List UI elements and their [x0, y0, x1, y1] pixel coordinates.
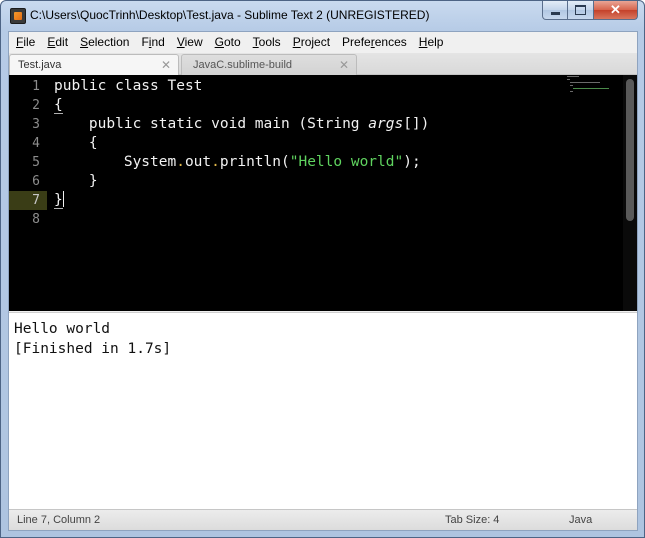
menu-edit[interactable]: Edit [41, 35, 74, 49]
code-line-6[interactable]: } [54, 172, 98, 191]
tab-close-icon[interactable]: ✕ [161, 58, 171, 72]
line-number: 5 [32, 155, 40, 170]
line-number: 1 [32, 79, 40, 94]
code-editor[interactable]: 1 2 3 4 5 6 7 8 public class Test { publ… [9, 75, 637, 311]
minimap-line [570, 85, 573, 86]
code-token-param: args [368, 116, 404, 132]
minimap-line [570, 82, 600, 83]
maximize-icon [575, 5, 586, 15]
code-line-7[interactable]: } [54, 191, 64, 210]
status-bar: Line 7, Column 2 Tab Size: 4 Java [9, 509, 637, 530]
line-number: 8 [32, 212, 40, 227]
minimap-line [567, 79, 570, 80]
code-token: System [54, 154, 177, 170]
tab-close-icon[interactable]: ✕ [339, 58, 349, 72]
tab-javac-sublime-build[interactable]: JavaC.sublime-build ✕ [181, 54, 357, 75]
menu-goto[interactable]: Goto [209, 35, 247, 49]
output-line: Hello world [14, 321, 111, 337]
line-number-current: 7 [9, 191, 47, 210]
line-number: 3 [32, 117, 40, 132]
tab-size-indicator[interactable]: Tab Size: 4 [445, 514, 499, 526]
close-icon: ✕ [610, 2, 621, 17]
title-bar[interactable]: C:\Users\QuocTrinh\Desktop\Test.java - S… [1, 1, 644, 31]
code-token: out [184, 154, 212, 170]
code-line-4[interactable]: { [54, 134, 98, 153]
code-line-2[interactable]: { [54, 96, 63, 115]
menu-view[interactable]: View [171, 35, 209, 49]
client-area: File Edit Selection Find View Goto Tools… [8, 31, 638, 531]
minimize-icon [550, 11, 560, 15]
output-line: [Finished in 1.7s] [14, 341, 172, 357]
line-number-gutter: 1 2 3 4 5 6 7 8 [9, 75, 47, 311]
scrollbar-thumb[interactable] [626, 79, 634, 221]
sublime-window: C:\Users\QuocTrinh\Desktop\Test.java - S… [0, 0, 645, 538]
minimap-line [567, 76, 579, 77]
syntax-indicator[interactable]: Java [569, 514, 592, 526]
tab-bar: Test.java ✕ JavaC.sublime-build ✕ [9, 53, 637, 75]
minimize-button[interactable] [542, 1, 568, 20]
menu-file[interactable]: File [9, 35, 41, 49]
code-token: []) [403, 116, 430, 132]
cursor-position: Line 7, Column 2 [17, 514, 101, 526]
code-line-5[interactable]: System.out.println("Hello world"); [54, 153, 421, 172]
line-number: 6 [32, 174, 40, 189]
line-number: 2 [32, 98, 40, 113]
minimap[interactable] [565, 75, 615, 93]
window-title: C:\Users\QuocTrinh\Desktop\Test.java - S… [30, 8, 430, 22]
code-token-dot: . [211, 154, 220, 170]
close-button[interactable]: ✕ [594, 1, 638, 20]
menu-tools[interactable]: Tools [247, 35, 287, 49]
menu-project[interactable]: Project [287, 35, 336, 49]
code-token-string: "Hello world" [289, 154, 404, 170]
menu-bar: File Edit Selection Find View Goto Tools… [9, 32, 637, 52]
menu-help[interactable]: Help [413, 35, 450, 49]
matched-brace-close: } [54, 192, 63, 209]
menu-find[interactable]: Find [135, 35, 170, 49]
matched-brace-open: { [54, 97, 63, 114]
tab-label: JavaC.sublime-build [193, 59, 293, 71]
code-line-1[interactable]: public class Test [54, 77, 202, 96]
text-cursor [62, 191, 64, 207]
line-number: 4 [32, 136, 40, 151]
menu-preferences[interactable]: Preferences [336, 35, 413, 49]
tab-test-java[interactable]: Test.java ✕ [9, 54, 179, 75]
tab-label: Test.java [18, 59, 62, 71]
minimap-line [570, 91, 573, 92]
minimap-line [573, 88, 609, 89]
code-token: public static void main (String [54, 116, 369, 132]
code-token-dot: . [176, 154, 185, 170]
code-line-3[interactable]: public static void main (String args[]) [54, 115, 430, 134]
menu-selection[interactable]: Selection [74, 35, 135, 49]
code-token: ); [403, 154, 421, 170]
maximize-button[interactable] [568, 1, 594, 20]
sublime-app-icon[interactable] [10, 8, 26, 24]
code-token: println( [219, 154, 290, 170]
window-controls: ✕ [542, 1, 638, 21]
editor-scrollbar[interactable] [623, 75, 637, 311]
build-output-panel[interactable]: Hello world [Finished in 1.7s] [9, 312, 637, 509]
